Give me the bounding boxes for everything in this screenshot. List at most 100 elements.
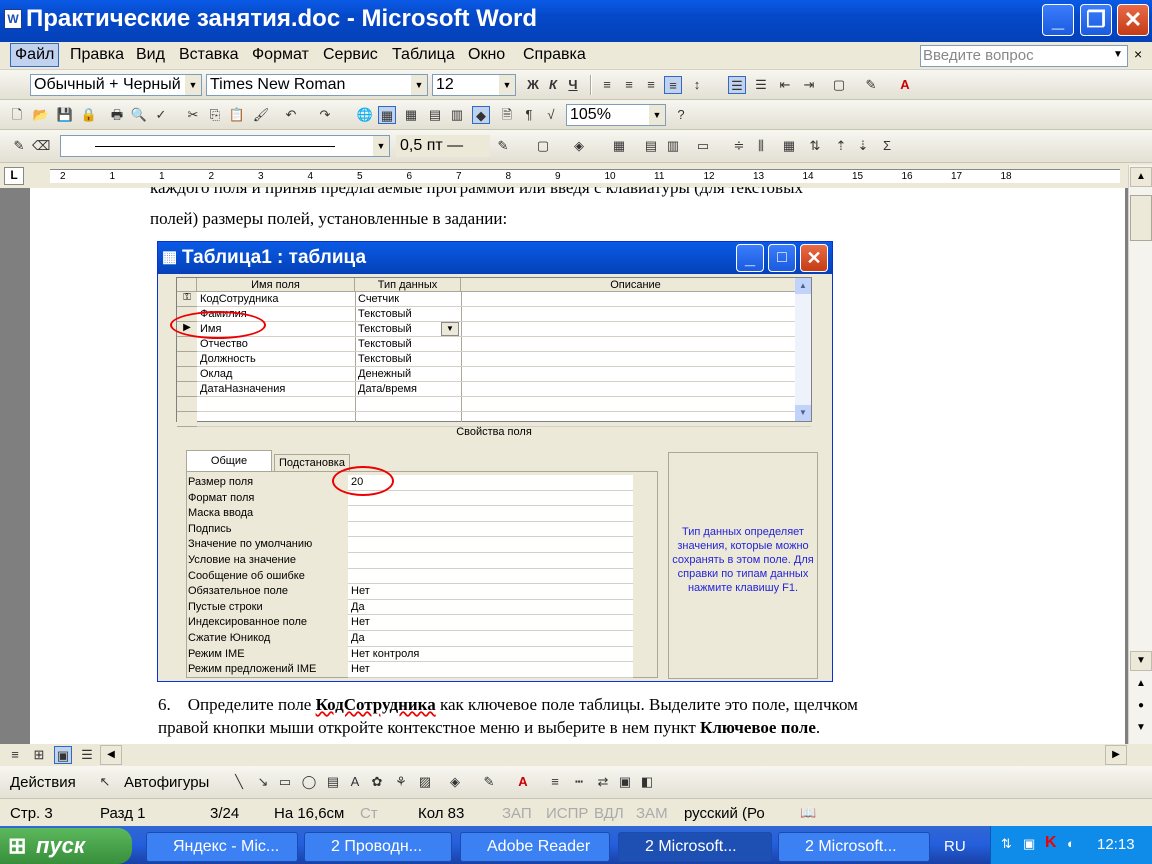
arrow-icon[interactable]: ↘: [254, 773, 272, 791]
style-combo[interactable]: Обычный + Черный ▼: [30, 74, 202, 96]
undo-icon[interactable]: ↶: [282, 106, 300, 124]
align-left-icon[interactable]: ≡: [598, 76, 616, 94]
vertical-scrollbar[interactable]: ▲ ▼ ▲ ● ▼: [1128, 165, 1152, 744]
menu-file[interactable]: Файл: [10, 43, 60, 67]
save-icon[interactable]: 💾: [56, 106, 74, 124]
monitor-icon[interactable]: ▣: [1023, 836, 1035, 852]
minimize-button[interactable]: _: [1042, 4, 1074, 36]
bold-button[interactable]: Ж: [524, 76, 542, 94]
task-adobe-reader[interactable]: Adobe Reader: [460, 832, 610, 862]
highlight-icon[interactable]: ✎: [862, 76, 880, 94]
menu-view[interactable]: Вид: [136, 46, 165, 64]
line-color-icon[interactable]: ✎: [480, 773, 498, 791]
maximize-button[interactable]: ❐: [1080, 4, 1112, 36]
insert-table-icon[interactable]: ▦: [402, 106, 420, 124]
increase-indent-icon[interactable]: ⇥: [800, 76, 818, 94]
border-color-icon[interactable]: ✎: [494, 137, 512, 155]
next-page-icon[interactable]: ▼: [1130, 719, 1152, 739]
equation-icon[interactable]: √: [542, 106, 560, 124]
bullets-icon[interactable]: ☰: [752, 76, 770, 94]
picture-icon[interactable]: ▨: [416, 773, 434, 791]
menu-tools[interactable]: Сервис: [323, 46, 378, 64]
clipart-icon[interactable]: ⚘: [392, 773, 410, 791]
merge-cells-icon[interactable]: ▤: [642, 137, 660, 155]
print-icon[interactable]: 🖶: [108, 106, 126, 124]
select-objects-icon[interactable]: ↖: [96, 773, 114, 791]
line-icon[interactable]: ╲: [230, 773, 248, 791]
font-size-combo[interactable]: 12 ▼: [432, 74, 516, 96]
status-overtype[interactable]: ЗАМ: [636, 805, 668, 822]
start-button[interactable]: ⊞ пуск: [0, 828, 132, 864]
tables-borders-icon[interactable]: ▦: [378, 106, 396, 124]
textbox-icon[interactable]: ▤: [324, 773, 342, 791]
close-button[interactable]: ✕: [1117, 4, 1149, 36]
task-powerpoint[interactable]: 2 Microsoft...: [778, 832, 930, 862]
copy-icon[interactable]: ⎘: [206, 106, 224, 124]
line-style-combo[interactable]: ▼: [60, 135, 390, 157]
fill-color-icon[interactable]: ◈: [446, 773, 464, 791]
shadow-icon[interactable]: ▣: [616, 773, 634, 791]
font-color-icon[interactable]: A: [514, 773, 532, 791]
horizontal-scrollbar[interactable]: ≡ ⊞ ▣ ☰ ◀ ▶: [0, 744, 1128, 766]
draw-table-icon[interactable]: ✎: [10, 137, 28, 155]
scroll-left-icon[interactable]: ◀: [100, 745, 122, 765]
format-painter-icon[interactable]: 🖌: [252, 106, 270, 124]
arrow-style-icon[interactable]: ⇄: [594, 773, 612, 791]
show-hide-icon[interactable]: ¶: [520, 106, 538, 124]
browse-object-icon[interactable]: ●: [1130, 697, 1152, 717]
print-layout-icon[interactable]: ▣: [54, 746, 72, 764]
menu-help[interactable]: Справка: [523, 46, 586, 64]
justify-icon[interactable]: ≡: [664, 76, 682, 94]
align-cell-icon[interactable]: ▭: [694, 137, 712, 155]
open-icon[interactable]: 📂: [32, 106, 50, 124]
status-rec[interactable]: ЗАП: [502, 805, 532, 822]
menu-window[interactable]: Окно: [468, 46, 505, 64]
sort-desc-icon[interactable]: ⇣: [854, 137, 872, 155]
diagram-icon[interactable]: ✿: [368, 773, 386, 791]
oval-icon[interactable]: ◯: [300, 773, 318, 791]
autoformat-icon[interactable]: ▦: [780, 137, 798, 155]
insert-table2-icon[interactable]: ▦: [610, 137, 628, 155]
menu-format[interactable]: Формат: [252, 46, 309, 64]
spelling-icon[interactable]: ✓: [152, 106, 170, 124]
scroll-up-icon[interactable]: ▲: [1130, 167, 1152, 187]
drawing-icon[interactable]: ◆: [472, 106, 490, 124]
help-dropdown-icon[interactable]: ▼: [1113, 49, 1123, 60]
antivirus-icon[interactable]: K: [1045, 834, 1057, 852]
align-center-icon[interactable]: ≡: [620, 76, 638, 94]
autosum-icon[interactable]: Σ: [878, 137, 896, 155]
menu-table[interactable]: Таблица: [392, 46, 455, 64]
help-question-input[interactable]: Введите вопрос: [920, 45, 1128, 67]
scroll-thumb[interactable]: [1130, 195, 1152, 241]
previous-page-icon[interactable]: ▲: [1130, 675, 1152, 695]
web-view-icon[interactable]: ⊞: [30, 746, 48, 764]
line-spacing-icon[interactable]: ↕: [688, 76, 706, 94]
menu-insert[interactable]: Вставка: [179, 46, 238, 64]
font-combo[interactable]: Times New Roman ▼: [206, 74, 428, 96]
spelling-status-icon[interactable]: 📖: [800, 805, 816, 821]
italic-button[interactable]: К: [544, 76, 562, 94]
line-weight-combo[interactable]: 0,5 пт —: [396, 135, 490, 157]
scroll-down-icon[interactable]: ▼: [1130, 651, 1152, 671]
horizontal-ruler[interactable]: L 2 1 1 2 3 4 5 6 7 8 9 10 11 12 13 14 15 16 17 18: [0, 165, 1128, 188]
shading-icon[interactable]: ◈: [570, 137, 588, 155]
print-preview-icon[interactable]: 🔍: [130, 106, 148, 124]
status-track[interactable]: ИСПР: [546, 805, 588, 822]
scroll-right-icon[interactable]: ▶: [1105, 745, 1127, 765]
zoom-combo[interactable]: 105% ▼: [566, 104, 666, 126]
insert-excel-icon[interactable]: ▤: [426, 106, 444, 124]
sort-asc-icon[interactable]: ⇡: [832, 137, 850, 155]
borders-icon[interactable]: ▢: [534, 137, 552, 155]
border-icon[interactable]: ▢: [830, 76, 848, 94]
menu-edit[interactable]: Правка: [70, 46, 124, 64]
rectangle-icon[interactable]: ▭: [276, 773, 294, 791]
distribute-cols-icon[interactable]: ⫼: [752, 137, 770, 155]
split-cells-icon[interactable]: ▥: [664, 137, 682, 155]
document-map-icon[interactable]: 🗎: [498, 106, 516, 124]
task-explorer[interactable]: 2 Проводн...: [304, 832, 452, 862]
status-extend[interactable]: ВДЛ: [594, 805, 624, 822]
distribute-rows-icon[interactable]: ≑: [730, 137, 748, 155]
cut-icon[interactable]: ✂: [184, 106, 202, 124]
columns-icon[interactable]: ▥: [448, 106, 466, 124]
word-app-icon[interactable]: W: [4, 9, 22, 29]
